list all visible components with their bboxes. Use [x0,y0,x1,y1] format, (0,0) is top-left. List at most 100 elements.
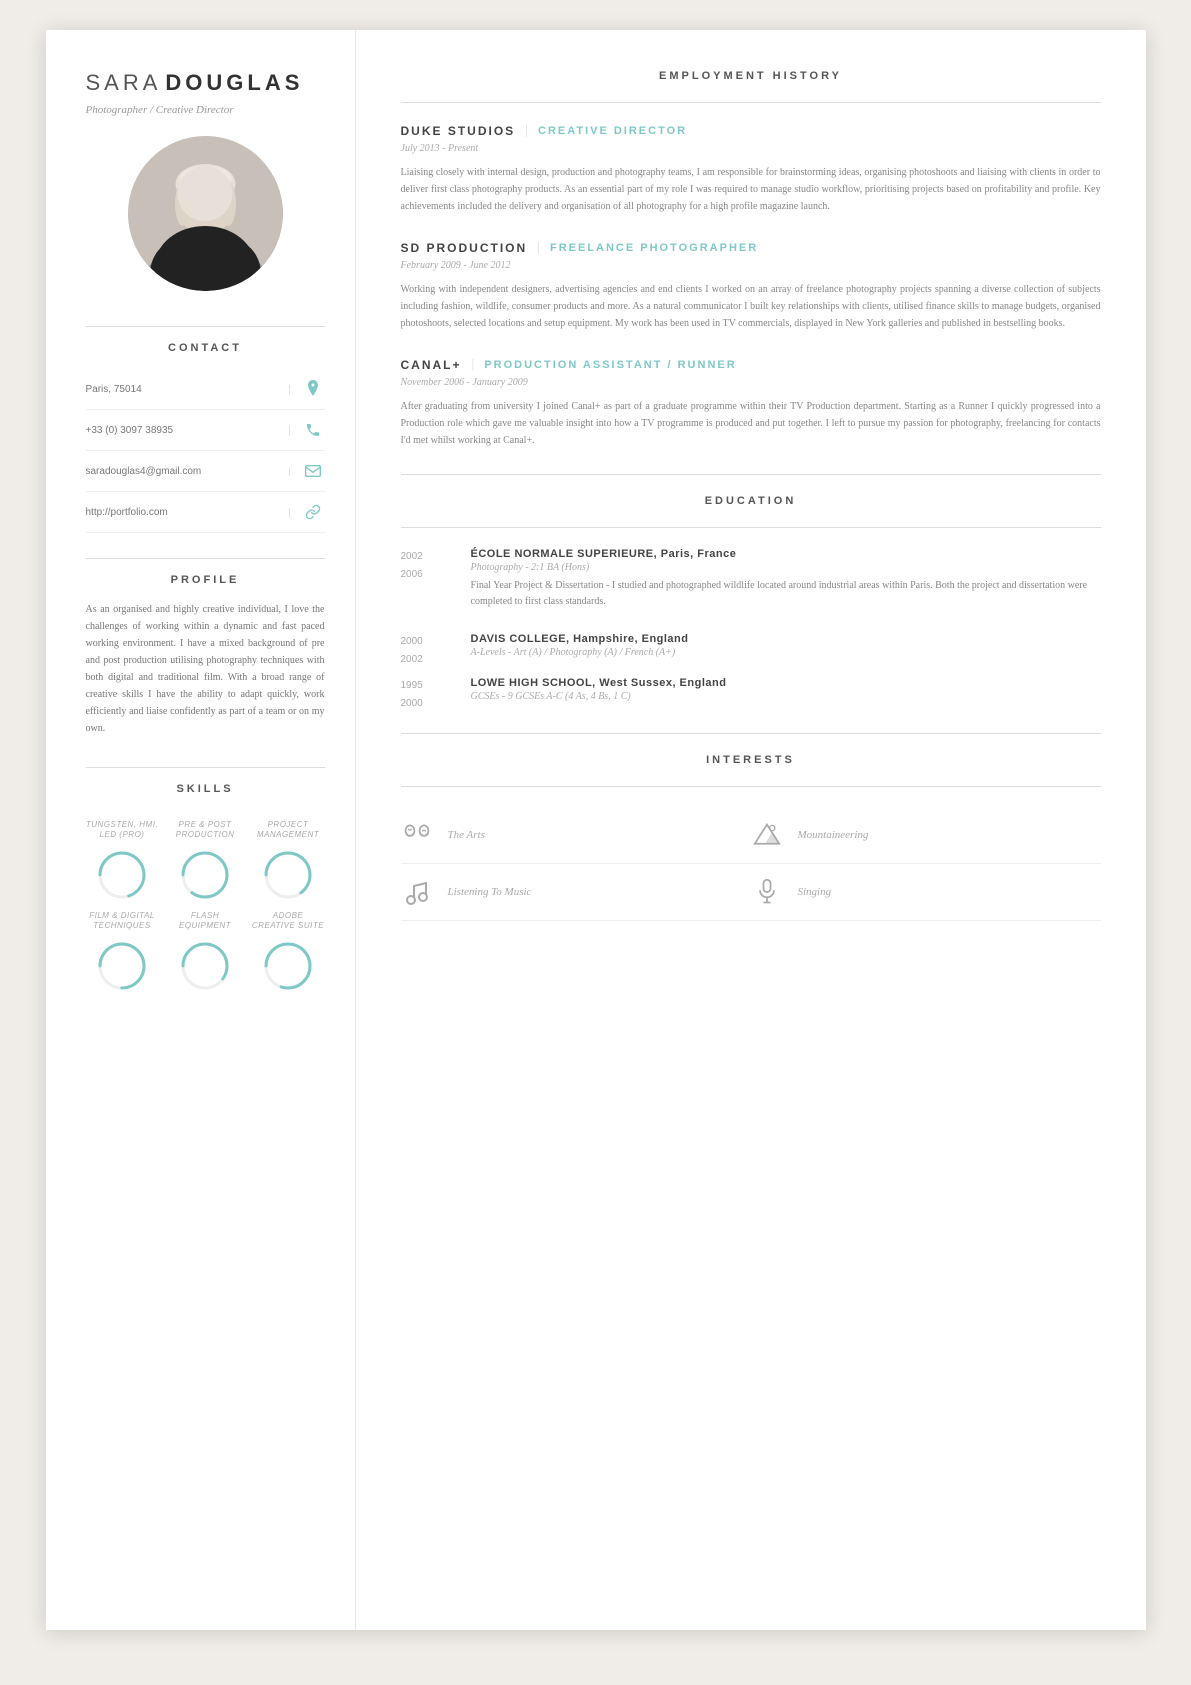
skill-item-3: FILM & DIGITAL TECHNIQUES [86,911,159,992]
edu-year-start-2: 1995 [401,677,451,695]
edu-years-0: 2002 2006 [401,548,451,625]
interest-label-0: The Arts [448,829,485,841]
edu-years-2: 1995 2000 [401,677,451,713]
interests-divider-top [401,733,1101,734]
interest-item-3: Singing [751,864,1101,921]
interest-icon-1 [751,819,783,851]
contact-website-text: http://portfolio.com [86,507,279,518]
education-title: EDUCATION [401,495,1101,507]
skill-circle-2 [262,849,314,901]
skill-circle-5 [262,940,314,992]
edu-degree-2: GCSEs - 9 GCSEs A-C (4 As, 4 Bs, 1 C) [471,691,1101,702]
job-desc-2: After graduating from university I joine… [401,398,1101,449]
skill-circle-1 [179,849,231,901]
job-subtitle: Photographer / Creative Director [86,104,325,116]
education-container: 2002 2006 ÉCOLE NORMALE SUPERIEURE, Pari… [401,548,1101,713]
edu-row-0: 2002 2006 ÉCOLE NORMALE SUPERIEURE, Pari… [401,548,1101,625]
job-company-0: DUKE STUDIOS [401,124,516,138]
phone-icon [301,418,325,442]
edu-school-1: DAVIS COLLEGE, Hampshire, England [471,633,1101,645]
skill-item-0: TUNGSTEN, HMI, LED (PRO) [86,820,159,901]
profile-title: PROFILE [86,574,325,586]
skill-label-0: TUNGSTEN, HMI, LED (PRO) [86,820,159,841]
interests-grid: The Arts Mountaineering Listening To Mus… [401,807,1101,921]
skill-label-4: FLASH EQUIPMENT [169,911,242,932]
jobs-container: DUKE STUDIOS | CREATIVE DIRECTOR July 20… [401,123,1101,449]
location-icon [301,377,325,401]
portrait-svg [128,136,283,291]
education-divider [401,527,1101,528]
interest-label-2: Listening To Music [448,886,532,898]
job-title-1: FREELANCE PHOTOGRAPHER [550,242,758,254]
first-name: SARA [86,70,162,95]
last-name: DOUGLAS [165,70,303,95]
contact-website: http://portfolio.com | [86,492,325,533]
interest-label-3: Singing [798,886,832,898]
photo-placeholder [128,136,283,291]
skills-divider-top [86,767,325,768]
job-header-2: CANAL+ | PRODUCTION ASSISTANT / RUNNER [401,357,1101,373]
job-desc-0: Liaising closely with internal design, p… [401,164,1101,215]
interest-item-0: The Arts [401,807,751,864]
edu-year-start-0: 2002 [401,548,451,566]
edu-year-end-1: 2002 [401,651,451,669]
left-column: SARA DOUGLAS Photographer / Creative Dir… [46,30,356,1630]
skill-circle-3 [96,940,148,992]
edu-content-2: LOWE HIGH SCHOOL, West Sussex, England G… [471,677,1101,713]
edu-year-start-1: 2000 [401,633,451,651]
job-date-2: November 2006 - January 2009 [401,377,1101,388]
profile-divider-top [86,558,325,559]
interests-title: INTERESTS [401,754,1101,766]
job-title-2: PRODUCTION ASSISTANT / RUNNER [484,359,736,371]
job-2: CANAL+ | PRODUCTION ASSISTANT / RUNNER N… [401,357,1101,449]
contact-phone-text: +33 (0) 3097 38935 [86,425,279,436]
edu-degree-0: Photography - 2:1 BA (Hons) [471,562,1101,573]
profile-text: As an organised and highly creative indi… [86,601,325,737]
skill-item-5: ADOBE CREATIVE SUITE [252,911,325,992]
employment-title: EMPLOYMENT HISTORY [401,70,1101,82]
edu-row-2: 1995 2000 LOWE HIGH SCHOOL, West Sussex,… [401,677,1101,713]
skill-item-4: FLASH EQUIPMENT [169,911,242,992]
contact-title: CONTACT [86,342,325,354]
edu-desc-0: Final Year Project & Dissertation - I st… [471,578,1101,610]
skill-label-2: PROJECT MANAGEMENT [252,820,325,841]
edu-row-1: 2000 2002 DAVIS COLLEGE, Hampshire, Engl… [401,633,1101,669]
edu-year-end-2: 2000 [401,695,451,713]
interest-label-1: Mountaineering [798,829,869,841]
right-column: EMPLOYMENT HISTORY DUKE STUDIOS | CREATI… [356,30,1146,1630]
interests-divider [401,786,1101,787]
skill-label-1: PRE & POST PRODUCTION [169,820,242,841]
interest-item-2: Listening To Music [401,864,751,921]
job-date-1: February 2009 - June 2012 [401,260,1101,271]
skill-circle-0 [96,849,148,901]
job-company-1: SD PRODUCTION [401,241,528,255]
name-block: SARA DOUGLAS [86,70,325,96]
edu-year-end-0: 2006 [401,566,451,584]
job-company-2: CANAL+ [401,358,462,372]
employment-divider [401,102,1101,103]
skills-grid: TUNGSTEN, HMI, LED (PRO) PRE & POST PROD… [86,820,325,992]
contact-address: Paris, 75014 | [86,369,325,410]
edu-degree-1: A-Levels - Art (A) / Photography (A) / F… [471,647,1101,658]
job-1: SD PRODUCTION | FREELANCE PHOTOGRAPHER F… [401,240,1101,332]
job-desc-1: Working with independent designers, adve… [401,281,1101,332]
interest-icon-0 [401,819,433,851]
skill-circle-4 [179,940,231,992]
job-header-1: SD PRODUCTION | FREELANCE PHOTOGRAPHER [401,240,1101,256]
contact-divider-top [86,326,325,327]
interest-icon-2 [401,876,433,908]
job-0: DUKE STUDIOS | CREATIVE DIRECTOR July 20… [401,123,1101,215]
education-divider-top [401,474,1101,475]
contact-email-text: saradouglas4@gmail.com [86,466,279,477]
skill-label-3: FILM & DIGITAL TECHNIQUES [86,911,159,932]
resume-page: SARA DOUGLAS Photographer / Creative Dir… [46,30,1146,1630]
edu-content-0: ÉCOLE NORMALE SUPERIEURE, Paris, France … [471,548,1101,625]
skills-title: SKILLS [86,783,325,795]
interest-icon-3 [751,876,783,908]
edu-school-0: ÉCOLE NORMALE SUPERIEURE, Paris, France [471,548,1101,560]
job-date-0: July 2013 - Present [401,143,1101,154]
skill-label-5: ADOBE CREATIVE SUITE [252,911,325,932]
contact-email: saradouglas4@gmail.com | [86,451,325,492]
job-title-0: CREATIVE DIRECTOR [538,125,687,137]
interest-item-1: Mountaineering [751,807,1101,864]
